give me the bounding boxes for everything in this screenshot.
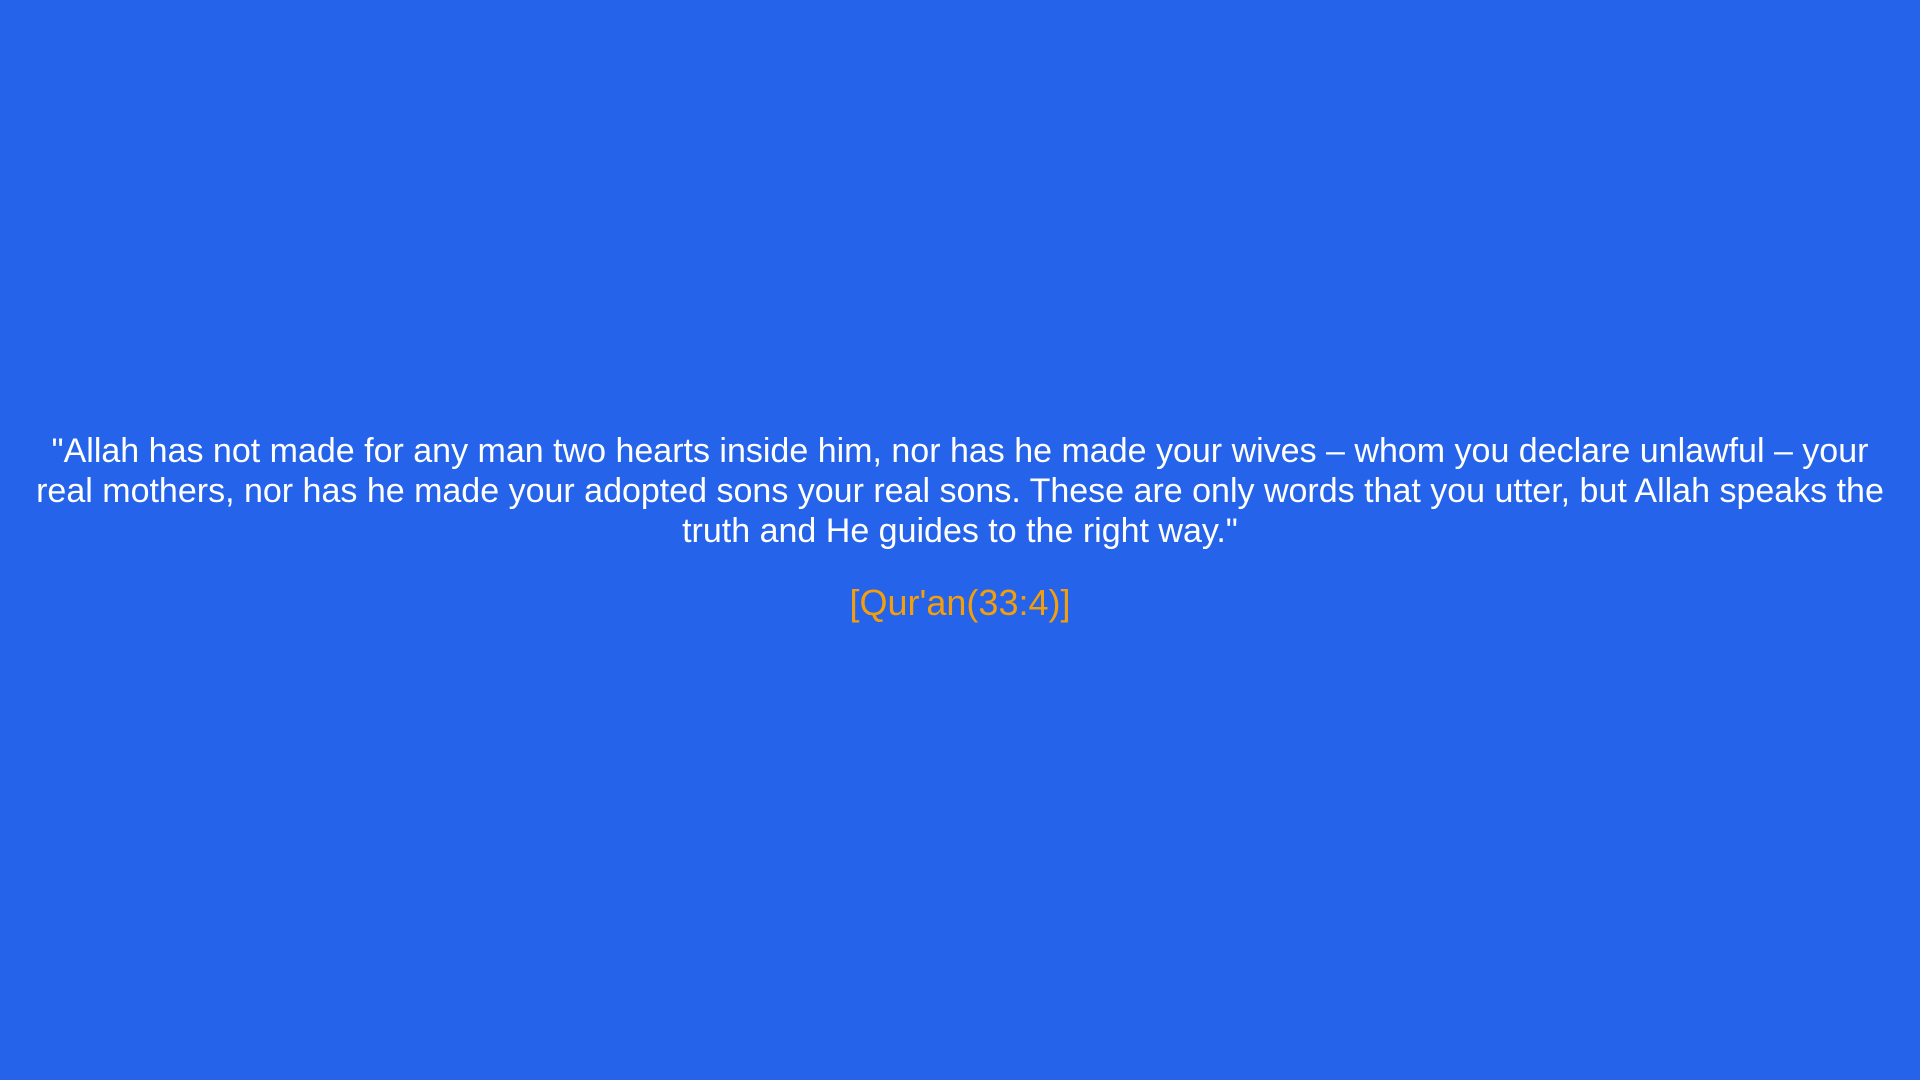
quote-reference: [Qur'an(33:4)] [849, 582, 1071, 623]
quote-text: "Allah has not made for any man two hear… [36, 432, 1884, 550]
quote-screen: "Allah has not made for any man two hear… [0, 0, 1920, 1080]
